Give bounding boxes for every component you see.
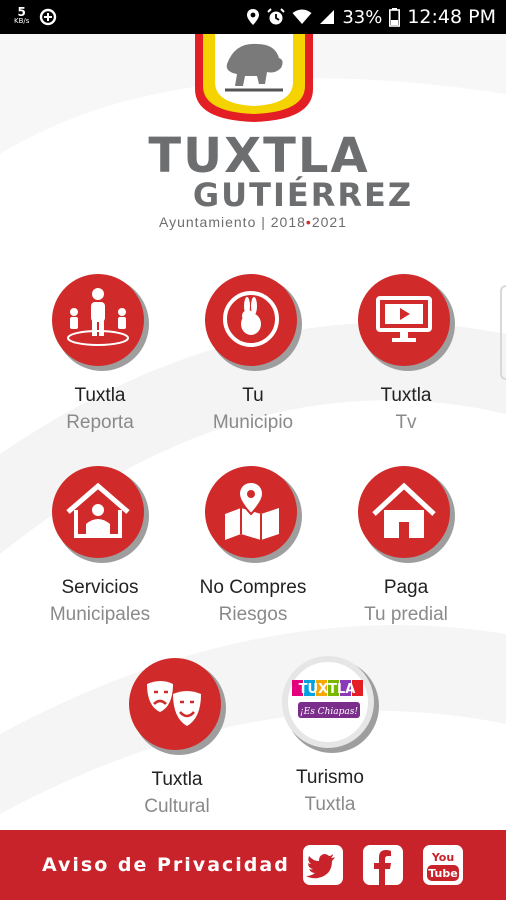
menu-label-2: Municipio <box>212 412 294 433</box>
people-icon <box>50 272 150 372</box>
menu-label-1: Tuxtla <box>151 769 203 790</box>
logo-tagline: Ayuntamiento | 2018•2021 <box>159 214 347 230</box>
menu-label-2: Riesgos <box>218 604 288 625</box>
youtube-tube-text: Tube <box>428 867 457 880</box>
menu-no-compres-riesgos[interactable]: No Compres Riesgos <box>173 464 333 630</box>
menu-label-2: Cultural <box>144 796 210 817</box>
turismo-slogan-text: ¡Es Chiapas! <box>300 707 358 717</box>
alarm-icon <box>267 8 286 26</box>
menu-label-2: Tv <box>395 412 417 433</box>
turismo-brand-text: TUXTLA <box>299 682 356 697</box>
house-icon <box>356 464 456 564</box>
tuxtla-brand-logo: TUXTLA ¡Es Chiapas! <box>280 654 380 754</box>
menu-label-1: Tu <box>242 385 264 406</box>
house-person-icon <box>50 464 150 564</box>
menu-tuxtla-cultural[interactable]: Tuxtla Cultural <box>97 656 257 822</box>
menu-tuxtla-tv[interactable]: Tuxtla Tv <box>326 272 486 438</box>
clock: 12:48 PM <box>407 6 496 28</box>
menu-turismo-tuxtla[interactable]: TUXTLA ¡Es Chiapas! Turismo Tuxtla <box>250 654 410 820</box>
menu-label-1: Paga <box>383 577 429 598</box>
logo-subtitle: GUTIÉRREZ <box>192 176 414 214</box>
theater-masks-icon <box>127 656 227 756</box>
menu-label-1: No Compres <box>199 577 307 598</box>
menu-label-2: Reporta <box>66 412 134 433</box>
youtube-you-text: You <box>431 851 454 864</box>
youtube-icon[interactable]: You Tube <box>423 845 463 885</box>
footer-bar: Aviso de Privacidad You Tube <box>0 830 506 900</box>
menu-label-2: Tuxtla <box>304 794 356 815</box>
twitter-icon[interactable] <box>303 845 343 885</box>
rabbit-icon <box>203 272 303 372</box>
wifi-icon <box>292 9 312 25</box>
menu-label-1: Tuxtla <box>74 385 126 406</box>
data-saver-icon <box>39 8 57 26</box>
menu-tu-municipio[interactable]: Tu Municipio <box>173 272 333 438</box>
scroll-edge-indicator <box>500 285 506 380</box>
privacy-notice-link[interactable]: Aviso de Privacidad <box>42 854 290 876</box>
location-icon <box>246 8 260 26</box>
map-pin-icon <box>203 464 303 564</box>
menu-label-1: Tuxtla <box>380 385 432 406</box>
tv-play-icon <box>356 272 456 372</box>
status-bar: 5 KB/s 33% 12:48 PM <box>0 0 506 34</box>
menu-label-1: Turismo <box>296 767 364 788</box>
coat-of-arms-logo <box>195 34 313 122</box>
signal-icon <box>319 9 335 25</box>
menu-servicios-municipales[interactable]: Servicios Municipales <box>20 464 180 630</box>
battery-icon <box>389 7 401 27</box>
menu-tuxtla-reporta[interactable]: Tuxtla Reporta <box>20 272 180 438</box>
facebook-icon[interactable] <box>363 845 403 885</box>
menu-label-2: Municipales <box>49 604 151 625</box>
menu-paga-predial[interactable]: Paga Tu predial <box>326 464 486 630</box>
network-speed: 5 KB/s <box>14 5 30 25</box>
menu-label-2: Tu predial <box>364 604 448 625</box>
menu-label-1: Servicios <box>61 577 139 598</box>
battery-percent: 33% <box>342 6 383 28</box>
